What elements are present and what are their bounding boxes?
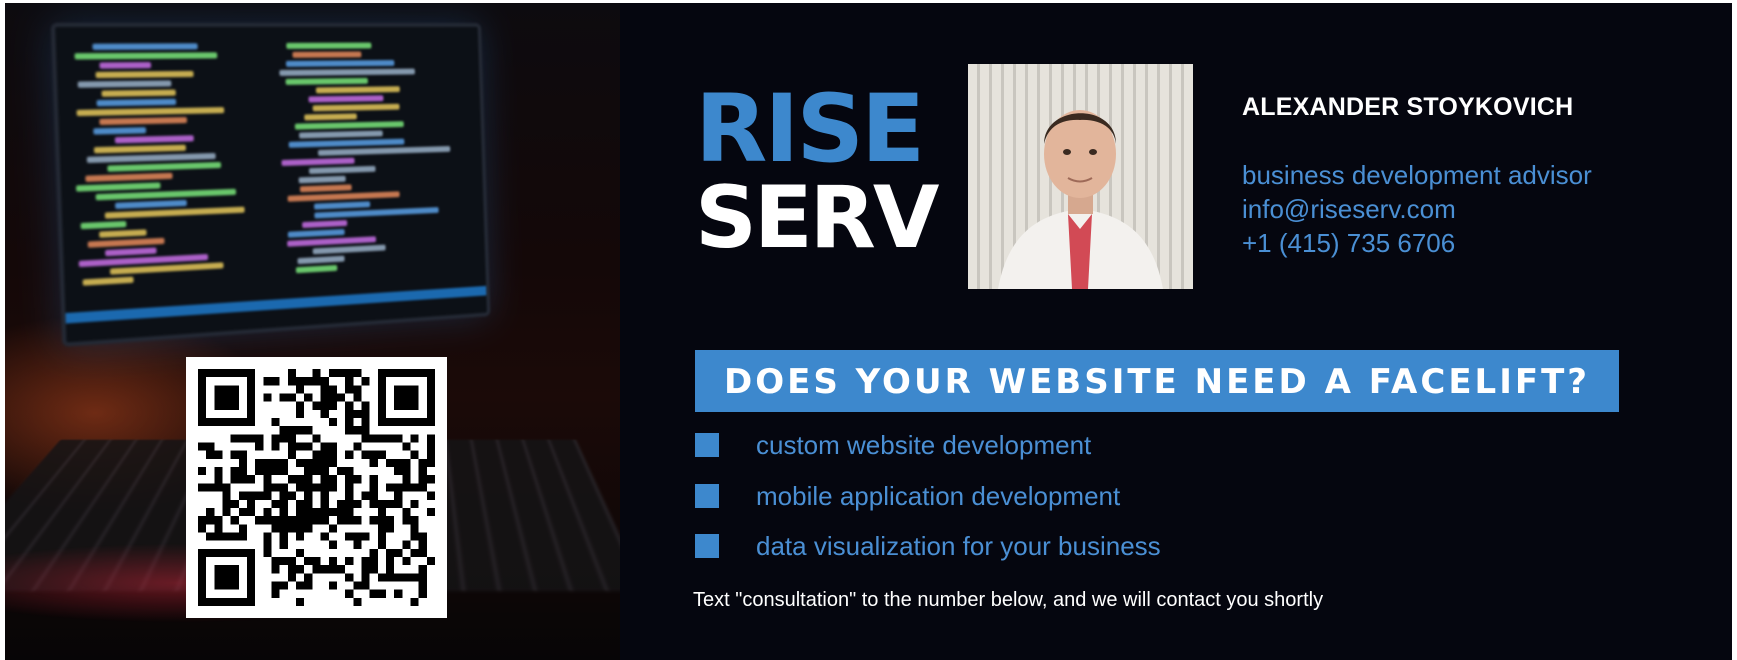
portrait-photo bbox=[968, 64, 1193, 289]
code-line bbox=[312, 103, 400, 112]
code-line bbox=[285, 42, 372, 49]
code-line bbox=[312, 244, 386, 255]
code-line bbox=[84, 172, 173, 182]
code-line bbox=[317, 146, 451, 156]
code-line bbox=[82, 276, 134, 286]
contact-role: business development advisor bbox=[1242, 160, 1592, 190]
code-line bbox=[77, 80, 172, 88]
service-label: mobile application development bbox=[756, 481, 1121, 511]
code-line bbox=[309, 165, 376, 175]
service-label: data visualization for your business bbox=[756, 531, 1161, 561]
code-line bbox=[80, 220, 126, 230]
headline-text: DOES YOUR WEBSITE NEED A FACELIFT? bbox=[723, 362, 1591, 402]
code-line bbox=[95, 188, 237, 201]
code-line bbox=[99, 116, 188, 126]
code-line bbox=[295, 264, 338, 274]
square-bullet-icon bbox=[695, 534, 719, 558]
square-bullet-icon bbox=[695, 433, 719, 457]
code-line bbox=[96, 98, 177, 107]
code-line bbox=[279, 68, 416, 76]
code-line bbox=[286, 59, 395, 67]
code-line bbox=[98, 229, 148, 238]
qr-code-graphic bbox=[198, 369, 435, 606]
person-silhouette bbox=[998, 110, 1163, 289]
code-line bbox=[292, 51, 362, 58]
riseserv-logo: RISE SERV bbox=[695, 83, 939, 268]
code-line bbox=[93, 127, 147, 135]
code-line bbox=[316, 86, 401, 94]
code-line bbox=[74, 52, 218, 60]
code-line bbox=[99, 62, 151, 69]
background-photo bbox=[5, 3, 620, 660]
qr-code[interactable] bbox=[186, 357, 447, 618]
code-line bbox=[104, 247, 158, 257]
contact-email-link[interactable]: info@riseserv.com bbox=[1242, 194, 1456, 225]
code-line bbox=[288, 229, 345, 238]
code-lines bbox=[71, 42, 473, 299]
headline-banner: DOES YOUR WEBSITE NEED A FACELIFT? bbox=[695, 350, 1619, 412]
code-line bbox=[295, 121, 405, 130]
code-line bbox=[87, 237, 165, 248]
code-line bbox=[314, 201, 371, 210]
logo-rise-text: RISE bbox=[695, 75, 925, 184]
code-line bbox=[301, 220, 347, 229]
code-line bbox=[91, 43, 199, 50]
code-line bbox=[95, 70, 194, 79]
code-line bbox=[308, 95, 384, 103]
code-line bbox=[93, 144, 187, 154]
code-line bbox=[76, 107, 225, 117]
code-line bbox=[299, 184, 352, 193]
code-line bbox=[86, 152, 216, 164]
code-line bbox=[287, 191, 400, 202]
contact-name: ALEXANDER STOYKOVICH bbox=[1242, 93, 1574, 121]
business-card: RISE SERV ALEXANDER STOYKOVICH business … bbox=[5, 3, 1732, 660]
monitor-image bbox=[50, 22, 491, 347]
logo-serv-text: SERV bbox=[695, 168, 939, 268]
code-line bbox=[114, 199, 187, 209]
code-line bbox=[297, 255, 345, 265]
code-line bbox=[285, 77, 368, 85]
code-line bbox=[107, 161, 222, 172]
code-line bbox=[101, 89, 176, 97]
code-line bbox=[304, 113, 358, 121]
code-line bbox=[289, 138, 405, 148]
call-to-action-text: Text "consultation" to the number below,… bbox=[693, 589, 1324, 611]
service-label: custom website development bbox=[756, 430, 1092, 460]
code-line bbox=[76, 182, 161, 192]
code-line bbox=[298, 175, 347, 184]
code-line bbox=[115, 135, 194, 144]
contact-phone-link[interactable]: +1 (415) 735 6706 bbox=[1242, 228, 1455, 259]
code-line bbox=[298, 130, 383, 139]
code-line bbox=[281, 157, 355, 167]
square-bullet-icon bbox=[695, 484, 719, 508]
